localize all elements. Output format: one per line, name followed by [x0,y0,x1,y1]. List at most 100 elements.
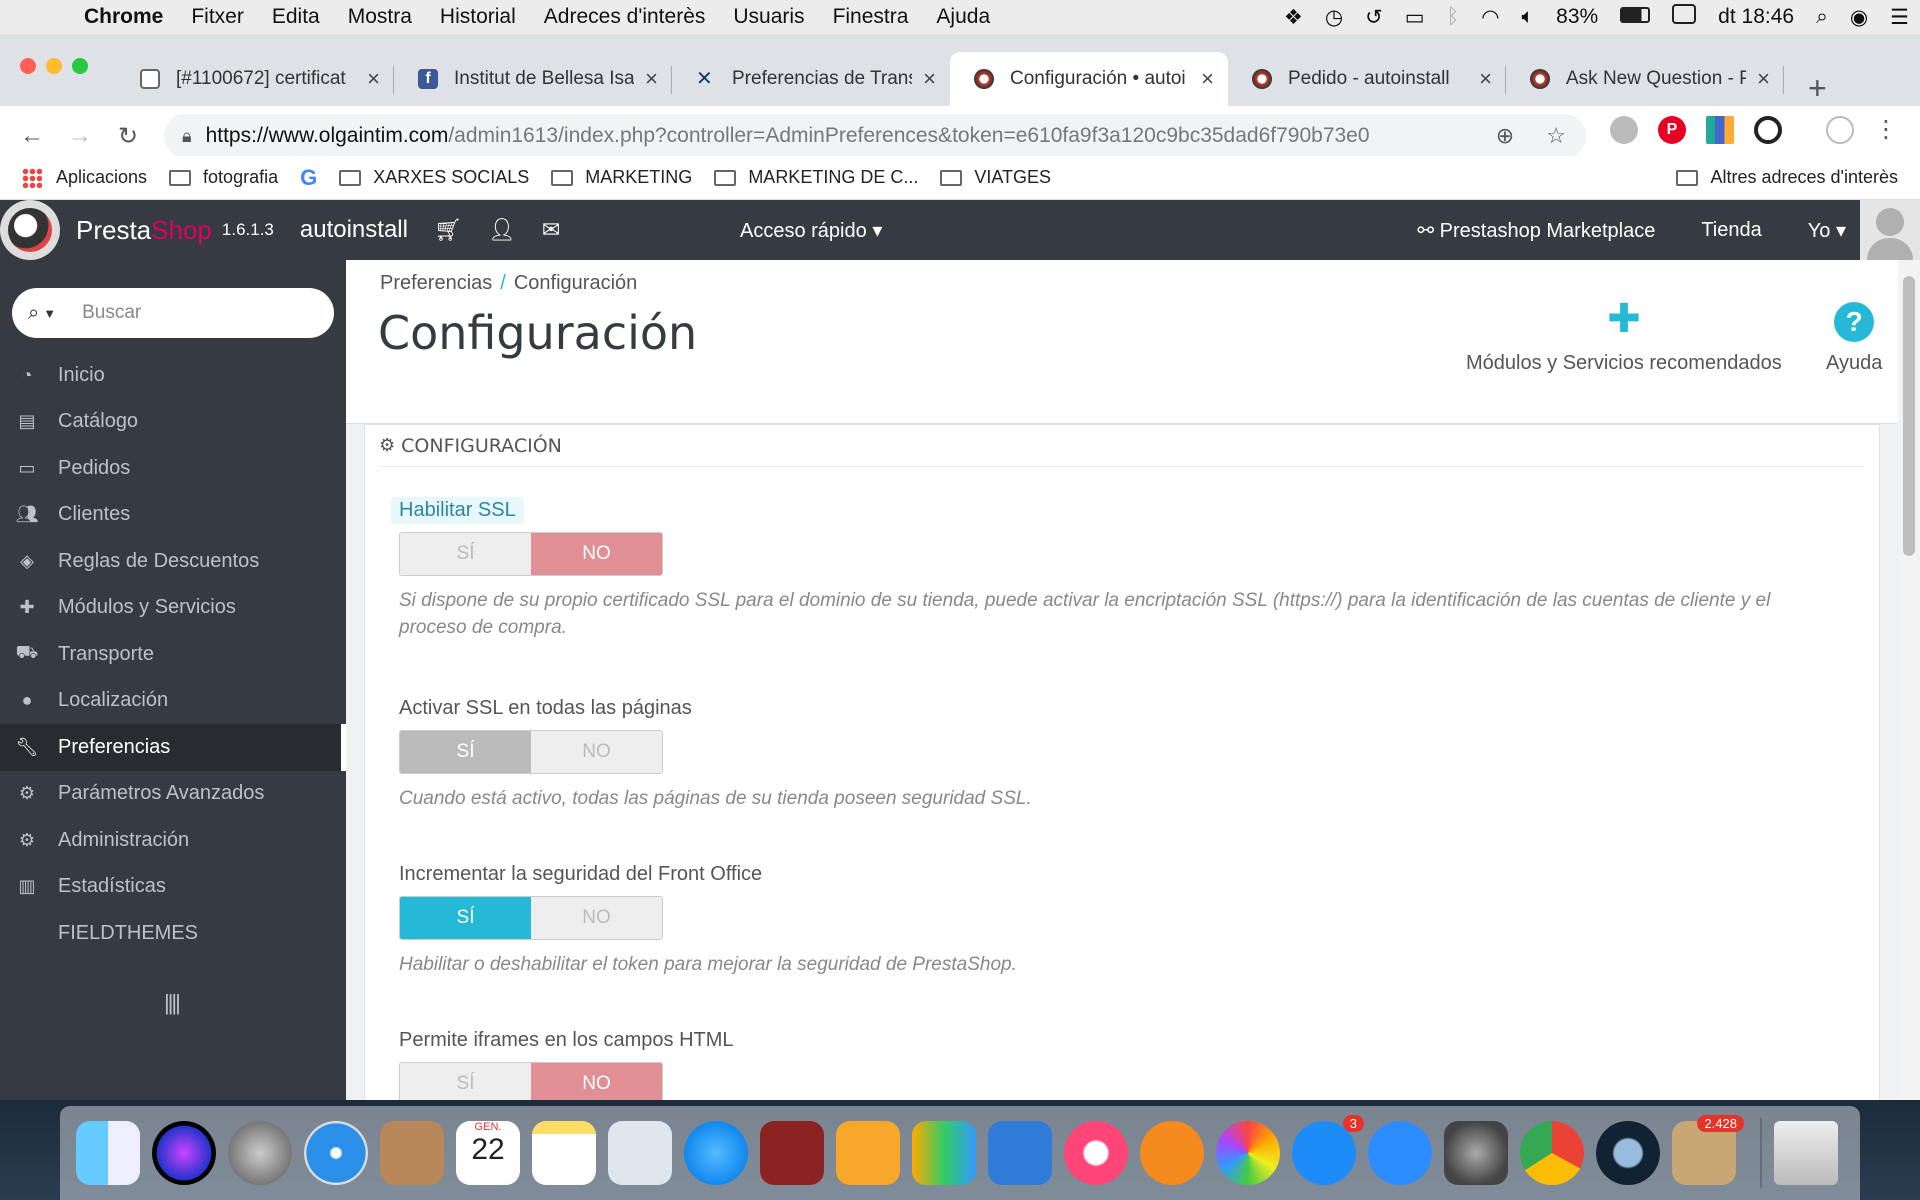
numbers-icon[interactable] [912,1121,976,1185]
menu-mostra[interactable]: Mostra [348,5,412,29]
back-icon[interactable]: ← [8,122,56,150]
tab-institut-bellesa[interactable]: f Institut de Bellesa Isa × [394,52,672,106]
extension-gray-icon[interactable] [1610,116,1638,144]
sidebar-item-reglas-descuentos[interactable]: ◈ Reglas de Descuentos [0,538,346,585]
ibooks-icon[interactable] [1140,1121,1204,1185]
sidebar-item-administracion[interactable]: ⚙ Administración [0,817,346,864]
finder-icon[interactable] [76,1121,140,1185]
user-icon[interactable]: 👤︎ [488,217,516,243]
sidebar-item-catalogo[interactable]: ▤ Catálogo [0,399,346,446]
sidebar-item-clientes[interactable]: 👥︎ Clientes [0,492,346,539]
reload-icon[interactable]: ↻ [104,122,152,151]
breadcrumb-preferencias[interactable]: Preferencias [380,272,492,294]
messages-icon[interactable] [684,1121,748,1185]
menu-edita[interactable]: Edita [272,5,320,29]
menu-app-name[interactable]: Chrome [84,5,163,29]
close-icon[interactable]: × [367,66,380,92]
bookmark-viatges[interactable]: VIATGES [940,167,1051,188]
sidebar-item-modulos[interactable]: ✚ Módulos y Servicios [0,585,346,632]
photo-booth-icon[interactable] [760,1121,824,1185]
mail-icon[interactable]: 2.428 [1672,1115,1744,1185]
menu-adreces[interactable]: Adreces d'interès [544,5,706,29]
bookmark-marketing[interactable]: MARKETING [551,167,692,188]
close-icon[interactable]: × [923,66,936,92]
allow-iframes-no[interactable]: NO [531,1063,662,1100]
sidebar-item-preferencias[interactable]: 🔧︎ Preferencias [0,724,346,771]
prestashop-logo[interactable] [0,200,60,260]
bluetooth-icon[interactable]: ᛒ [1447,5,1460,29]
siri-icon[interactable] [152,1121,216,1185]
menu-fitxer[interactable]: Fitxer [191,5,244,29]
itunes-icon[interactable] [1064,1121,1128,1185]
bookmark-star-icon[interactable]: ☆ [1546,123,1566,148]
chrome-menu-icon[interactable]: ⋮ [1872,116,1900,144]
app-store-icon[interactable]: 3 [1292,1115,1364,1185]
avatar[interactable] [1860,200,1920,260]
search-input[interactable]: Buscar [82,302,141,324]
battery-icon[interactable] [1620,5,1651,29]
sidebar-item-parametros-avanzados[interactable]: ⚙ Parámetros Avanzados [0,771,346,818]
zoom-window-button[interactable] [72,58,88,74]
sidebar-item-fieldthemes[interactable]: FIELDTHEMES [0,910,346,957]
minimize-window-button[interactable] [46,58,62,74]
history-icon[interactable]: ◷ [1325,5,1343,30]
chrome-icon[interactable] [1520,1121,1584,1185]
contacts-icon[interactable] [380,1121,444,1185]
analytics-extension-icon[interactable] [1706,116,1734,144]
time-machine-icon[interactable]: ↺ [1365,5,1383,30]
address-bar[interactable]: 🔒︎ https://www.olgaintim.com/admin1613/i… [164,114,1586,158]
tab-preferencias-transporte[interactable]: ✕ Preferencias de Trans × [672,52,950,106]
notes-icon[interactable] [532,1121,596,1185]
spotlight-icon[interactable]: ⌕ [1816,5,1828,29]
page-scrollbar[interactable] [1898,260,1920,1100]
sidebar-item-pedidos[interactable]: ▭ Pedidos [0,445,346,492]
envelope-icon[interactable]: ✉ [542,217,560,243]
zoom-icon[interactable] [1368,1121,1432,1185]
ssl-all-pages-no[interactable]: NO [531,731,662,773]
keyboard-icon[interactable] [1672,4,1697,30]
clock[interactable]: dt 18:46 [1718,5,1794,29]
sidebar-item-inicio[interactable]: ◔ Inicio [0,352,346,399]
recommended-modules-button[interactable]: ✚ Módulos y Servicios recomendados [1466,296,1782,375]
wifi-icon[interactable]: ◠ [1481,5,1499,30]
collapse-sidebar-icon[interactable]: |||| [164,990,181,1016]
bookmark-fotografia[interactable]: fotografia [169,167,278,188]
close-icon[interactable]: × [1757,66,1770,92]
lock-icon[interactable]: 🔒︎ [182,126,192,147]
cart-icon[interactable]: 🛒︎ [434,217,462,243]
close-icon[interactable]: × [1201,66,1214,92]
volume-icon[interactable]: 🔈︎ [1522,5,1535,29]
user-menu[interactable]: Yo ▾ [1808,218,1846,243]
photos-icon[interactable] [1216,1121,1280,1185]
front-office-security-yes[interactable]: SÍ [400,897,531,939]
close-icon[interactable]: × [645,66,658,92]
battery-percent[interactable]: 83% [1556,5,1598,29]
menu-finestra[interactable]: Finestra [833,5,909,29]
allow-iframes-yes[interactable]: SÍ [400,1063,531,1100]
shop-name-link[interactable]: autoinstall [300,216,408,244]
pages-icon[interactable] [836,1121,900,1185]
ssl-all-pages-switch[interactable]: SÍ NO [399,730,663,774]
notification-center-icon[interactable]: ☰ [1890,5,1909,30]
tab-pedido[interactable]: Pedido - autoinstall × [1228,52,1506,106]
enable-ssl-switch[interactable]: SÍ NO [399,532,663,576]
brand-name[interactable]: PrestaShop [76,215,212,246]
sidebar-item-transporte[interactable]: ⛟ Transporte [0,631,346,678]
bookmark-other[interactable]: Altres adreces d'interès [1676,167,1898,188]
sidebar-item-estadisticas[interactable]: ▥ Estadísticas [0,864,346,911]
allow-iframes-switch[interactable]: SÍ NO [399,1062,663,1100]
front-office-security-switch[interactable]: SÍ NO [399,896,663,940]
siri-icon[interactable]: ◉ [1850,5,1868,30]
airplay-icon[interactable]: ▭ [1405,5,1425,30]
profile-icon[interactable] [1826,116,1854,144]
calendar-icon[interactable]: GEN. 22 [456,1121,520,1185]
bookmark-marketing-de-c[interactable]: MARKETING DE C... [714,167,918,188]
caret-down-icon[interactable]: ▼ [43,306,56,321]
enable-ssl-yes[interactable]: SÍ [400,533,531,575]
launchpad-icon[interactable] [228,1121,292,1185]
safari-icon[interactable] [304,1121,368,1185]
sidebar-item-localizacion[interactable]: ● Localización [0,678,346,725]
help-button[interactable]: ? Ayuda [1826,296,1882,375]
search-icon[interactable]: ⌕ [28,302,39,325]
dropbox-icon[interactable]: ❖ [1284,5,1303,30]
